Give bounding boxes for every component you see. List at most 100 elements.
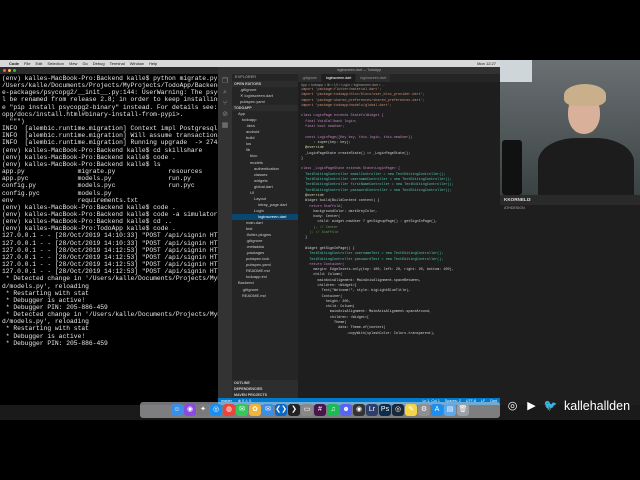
microphone	[502, 140, 522, 195]
slack-icon[interactable]: #	[314, 404, 326, 416]
terminal-line: app.py migrate.py resources	[2, 168, 203, 176]
social-handle: kallehallden	[564, 399, 631, 413]
search-icon[interactable]: ⌕	[222, 89, 229, 96]
safari-icon[interactable]: ◎	[210, 404, 222, 416]
twitter-icon: 🐦	[543, 399, 558, 412]
obs-icon[interactable]: ◉	[353, 404, 365, 416]
close-icon[interactable]	[3, 69, 6, 72]
menu-view[interactable]: View	[69, 61, 78, 66]
discord-icon[interactable]: ☻	[340, 404, 352, 416]
terminal-line: 127.0.0.1 - - [28/Oct/2019 14:10:33] "PO…	[2, 232, 218, 240]
lightroom-icon[interactable]: Lr	[366, 404, 378, 416]
terminal-line: * Restarting with stat	[2, 325, 89, 333]
terminal-line: * Detected change in '/Users/kalle/Docum…	[2, 311, 218, 319]
menubar-clock[interactable]: Mon 12:27	[477, 61, 500, 66]
terminal-line: config.py models.pyc run.pyc	[2, 182, 195, 190]
menu-selection[interactable]: Selection	[47, 61, 63, 66]
terminal-line: * Debugger PIN: 205-886-459	[2, 304, 108, 311]
terminal-line: (env) kalles-MacBook-Pro:Backend kalle$ …	[2, 75, 218, 82]
siri-icon[interactable]: ◉	[184, 404, 196, 416]
terminal-output[interactable]: (env) kalles-MacBook-Pro:Backend kalle$ …	[0, 74, 218, 348]
menu-terminal[interactable]: Terminal	[110, 61, 125, 66]
code-line: .copyWith(splashColor: Colors.transparen…	[301, 331, 436, 336]
social-overlay: ◎ ▶ 🐦 kallehallden	[505, 397, 630, 415]
screen: Code File Edit Selection View Go Debug T…	[0, 60, 640, 420]
editor-tab[interactable]: loginscreen.dart	[321, 74, 357, 82]
terminal-line: INFO [alembic.runtime.migration] Will as…	[2, 132, 218, 140]
instagram-icon: ◎	[507, 399, 518, 412]
terminal-line: app.pyc models.py run.py	[2, 175, 191, 183]
activity-bar: ❐ ⌕ ⑂ ⊘ ▦	[218, 74, 232, 398]
minimize-icon[interactable]	[8, 69, 11, 72]
terminal-line: l be renamed from release 2.8; in order …	[2, 96, 218, 104]
explorer-icon[interactable]: ❐	[222, 78, 229, 85]
menu-debug[interactable]: Debug	[93, 61, 105, 66]
file-tree-item[interactable]: README.md	[232, 293, 298, 299]
notes-icon[interactable]: ✎	[405, 404, 417, 416]
terminal-line: * Detected change in '/Users/kalle/Docum…	[2, 275, 218, 283]
terminal-line: d/models.py', reloading	[2, 318, 89, 326]
terminal-line: 127.0.0.1 - - [28/Oct/2019 14:12:53] "PO…	[2, 268, 218, 276]
extensions-icon[interactable]: ▦	[222, 122, 229, 129]
terminal-line: 127.0.0.1 - - [28/Oct/2019 14:12:53] "PO…	[2, 253, 218, 261]
macos-dock: ☺ ◉ ✦ ◎ ◍ ✉ ✿ ✉ ❮❯ ❯ ▭ # ♫ ☻ ◉ Lr Ps ◎ ✎ ⚙ A ▤ 🗑	[140, 402, 500, 418]
trash-icon[interactable]: 🗑	[457, 404, 469, 416]
terminal-line: * Debugger is active!	[2, 296, 86, 304]
terminal-line: (env) kalles-MacBook-Pro:TodoApp kalle$ …	[2, 225, 176, 233]
folder-icon[interactable]: ▤	[444, 404, 456, 416]
app-store-icon[interactable]: A	[431, 404, 443, 416]
editor-tab[interactable]: loginscreen.dart	[356, 74, 391, 82]
photos-icon[interactable]: ✿	[249, 404, 261, 416]
terminal-line: INFO [alembic.runtime.migration] Running…	[2, 139, 218, 147]
editor-tab[interactable]: .gitignore	[298, 74, 322, 82]
terminal-window[interactable]: (env) kalles-MacBook-Pro:Backend kalle$ …	[0, 67, 218, 405]
code-view[interactable]: import 'package:flutter/material.dart'; i…	[298, 88, 500, 337]
terminal-line: (env) kalles-MacBook-Pro:Backend kalle$ …	[2, 218, 173, 226]
explorer-sidebar: EXPLORER OPEN EDITORS .gitignore ✕ logins…	[232, 74, 298, 398]
vscode-icon[interactable]: ❮❯	[275, 404, 287, 416]
simulator-icon[interactable]: ▭	[301, 404, 313, 416]
mail-icon[interactable]: ✉	[262, 404, 274, 416]
terminal-line: * Debugger is active!	[2, 332, 86, 340]
settings-icon[interactable]: ⚙	[418, 404, 430, 416]
photoshop-icon[interactable]: Ps	[379, 404, 391, 416]
terminal-line: config.pyc models.py	[2, 189, 112, 197]
editor-tabs: .gitignore loginscreen.dart loginscreen.da…	[298, 74, 500, 82]
finder-icon[interactable]: ☺	[171, 404, 183, 416]
terminal-icon[interactable]: ❯	[288, 404, 300, 416]
terminal-line: * Restarting with stat	[2, 289, 89, 297]
terminal-line: (env) kalles-MacBook-Pro:Backend kalle$ …	[2, 203, 176, 211]
terminal-line: * Debugger PIN: 205-886-459	[2, 339, 108, 347]
spotify-icon[interactable]: ♫	[327, 404, 339, 416]
maximize-icon[interactable]	[13, 69, 16, 72]
side-window-title: KKORNELI3	[500, 195, 640, 205]
terminal-line: d/models.py', reloading	[2, 282, 89, 290]
menu-go[interactable]: Go	[82, 61, 87, 66]
launchpad-icon[interactable]: ✦	[197, 404, 209, 416]
menu-window[interactable]: Window	[130, 61, 144, 66]
side-window: KKORNELI3 ATHDESIGN	[500, 195, 640, 405]
steam-icon[interactable]: ◎	[392, 404, 404, 416]
chrome-icon[interactable]: ◍	[223, 404, 235, 416]
terminal-line: (env) kalles-MacBook-Pro:Backend kalle$ …	[2, 210, 218, 218]
terminal-line: 127.0.0.1 - - [28/Oct/2019 14:10:33] "PO…	[2, 239, 218, 247]
source-control-icon[interactable]: ⑂	[222, 100, 229, 107]
menu-help[interactable]: Help	[149, 61, 157, 66]
messages-icon[interactable]: ✉	[236, 404, 248, 416]
person-hair	[564, 84, 606, 106]
explorer-header: EXPLORER	[235, 75, 257, 79]
terminal-line: INFO [alembic.runtime.migration] Context…	[2, 125, 218, 133]
terminal-line: (env) kalles-MacBook-Pro:Backend kalle$ …	[2, 146, 203, 154]
terminal-line: e-packages/psycopg2/__init__.py:144: Use…	[2, 89, 218, 97]
menu-edit[interactable]: Edit	[35, 61, 42, 66]
vscode-window: loginscreen.dart — TodoApp ❐ ⌕ ⑂ ⊘ ▦ EXP…	[218, 67, 500, 405]
terminal-line: /Users/kalle/Documents/Projects/MyProjec…	[2, 82, 218, 90]
menu-file[interactable]: File	[24, 61, 30, 66]
background-window	[500, 60, 532, 82]
menubar-app-name[interactable]: Code	[9, 61, 19, 66]
debug-icon[interactable]: ⊘	[222, 111, 229, 118]
terminal-line: 127.0.0.1 - - [28/Oct/2019 14:12:53] "PO…	[2, 246, 218, 254]
person-body	[538, 138, 634, 195]
editor[interactable]: .gitignore loginscreen.dart loginscreen.da…	[298, 74, 500, 398]
vscode-titlebar: loginscreen.dart — TodoApp	[218, 67, 500, 74]
